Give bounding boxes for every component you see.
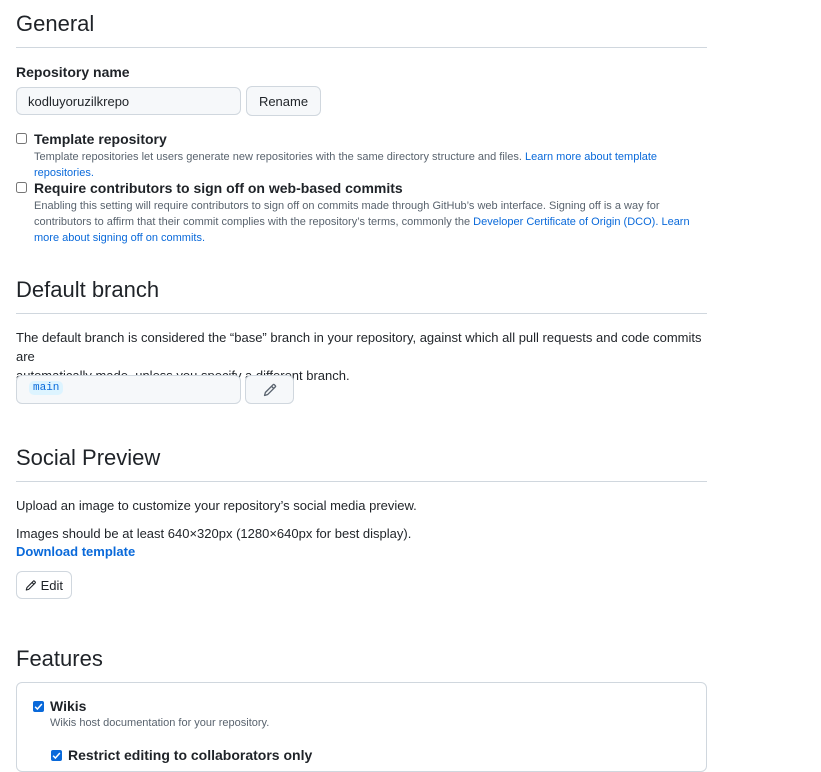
edit-social-preview-button[interactable]: Edit bbox=[16, 571, 72, 599]
default-branch-desc-line1: The default branch is considered the “ba… bbox=[16, 330, 702, 364]
check-icon bbox=[34, 703, 43, 711]
signoff-checkbox[interactable] bbox=[16, 182, 27, 193]
default-branch-field: main bbox=[16, 375, 241, 404]
wikis-note: Wikis host documentation for your reposi… bbox=[50, 717, 270, 729]
template-repository-label: Template repository bbox=[34, 131, 167, 147]
template-repository-checkbox[interactable] bbox=[16, 133, 27, 144]
download-template-link[interactable]: Download template bbox=[16, 544, 135, 559]
signoff-learn-more-link-part2[interactable]: more about signing off on commits. bbox=[34, 232, 205, 244]
features-box: Wikis Wikis host documentation for your … bbox=[16, 682, 707, 772]
signoff-note-line2: contributors to affirm that their commit… bbox=[34, 216, 471, 228]
repository-name-label: Repository name bbox=[16, 64, 130, 80]
restrict-editing-checkbox[interactable] bbox=[51, 750, 62, 761]
rename-button[interactable]: Rename bbox=[246, 86, 321, 116]
social-preview-section-title: Social Preview bbox=[16, 445, 707, 482]
wikis-label: Wikis bbox=[50, 698, 87, 714]
wikis-checkbox[interactable] bbox=[33, 701, 44, 712]
check-icon bbox=[52, 752, 61, 760]
signoff-learn-more-link-part1[interactable]: Learn bbox=[661, 216, 689, 228]
general-section-title: General bbox=[16, 11, 707, 48]
signoff-label: Require contributors to sign off on web-… bbox=[34, 180, 403, 196]
repository-name-input[interactable] bbox=[16, 87, 241, 115]
pencil-icon bbox=[263, 383, 276, 396]
restrict-editing-label: Restrict editing to collaborators only bbox=[68, 747, 313, 763]
social-preview-size-note: Images should be at least 640×320px (128… bbox=[16, 526, 412, 541]
social-preview-description: Upload an image to customize your reposi… bbox=[16, 498, 417, 513]
signoff-option: Require contributors to sign off on web-… bbox=[16, 180, 707, 246]
features-section-title: Features bbox=[16, 646, 103, 671]
signoff-note-line1: Enabling this setting will require contr… bbox=[34, 200, 660, 212]
pencil-icon bbox=[25, 579, 36, 591]
template-repository-note: Template repositories let users generate… bbox=[34, 149, 706, 181]
rename-branch-button[interactable] bbox=[245, 375, 294, 404]
edit-button-label: Edit bbox=[40, 577, 63, 593]
signoff-note: Enabling this setting will require contr… bbox=[34, 198, 706, 246]
dco-link[interactable]: Developer Certificate of Origin (DCO). bbox=[473, 216, 658, 228]
template-note-text: Template repositories let users generate… bbox=[34, 151, 522, 163]
default-branch-section-title: Default branch bbox=[16, 277, 707, 314]
template-repository-option: Template repository Template repositorie… bbox=[16, 131, 707, 179]
branch-name-tag: main bbox=[29, 381, 64, 395]
